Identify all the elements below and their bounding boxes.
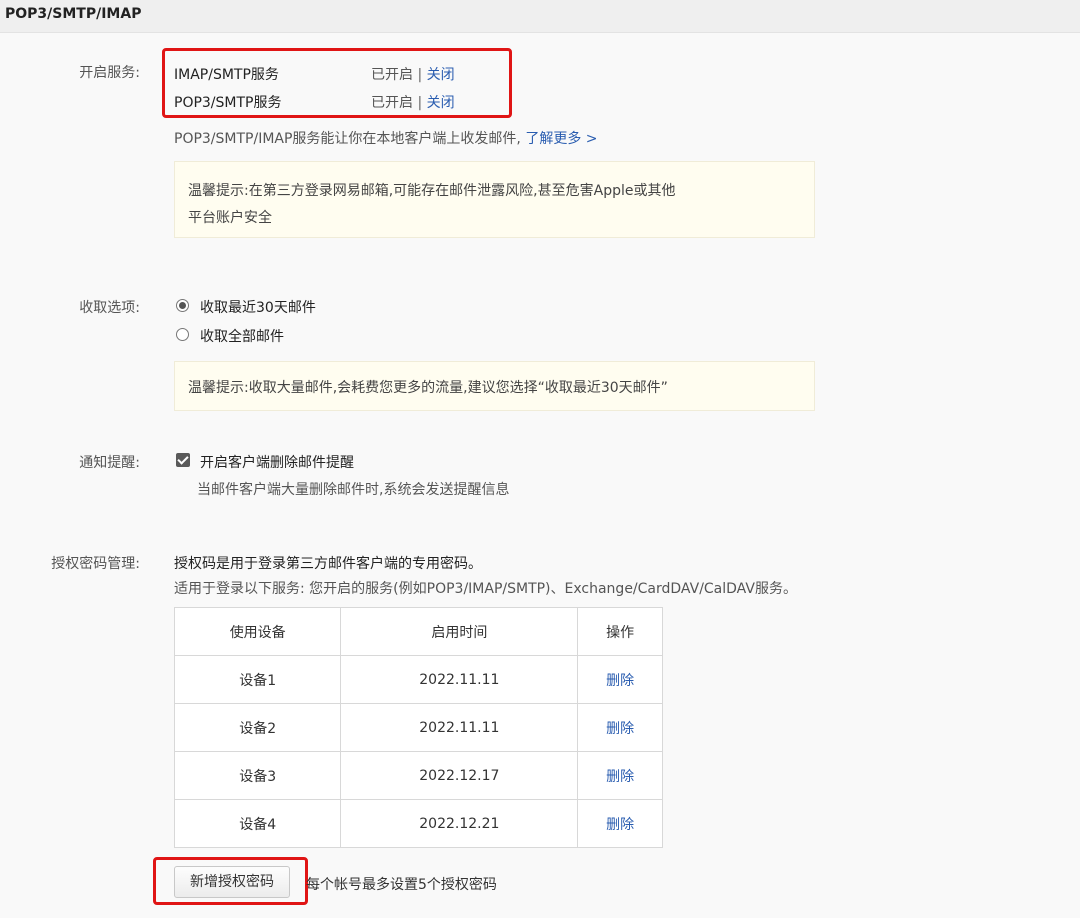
delete-link[interactable]: 删除 [606,673,634,689]
add-auth-password-button[interactable]: 新增授权密码 [174,866,290,898]
device-cell: 设备2 [173,703,342,752]
receive-recent-radio[interactable] [176,299,189,312]
services-description-text: POP3/SMTP/IMAP服务能让你在本地客户端上收发邮件, [174,131,521,147]
notify-description: 当邮件客户端大量删除邮件时,系统会发送提醒信息 [197,482,510,498]
notify-label: 通知提醒: [79,455,140,471]
table-row: 设备3 2022.12.17 删除 [173,751,663,800]
table-row: 设备1 2022.11.11 删除 [173,655,663,704]
column-header-date: 启用时间 [340,607,579,656]
page-header: POP3/SMTP/IMAP [0,0,1080,33]
device-cell: 设备1 [173,655,342,704]
auth-line2: 适用于登录以下服务: 您开启的服务(例如POP3/IMAP/SMTP)、Exch… [174,581,797,597]
table-header-row: 使用设备 启用时间 操作 [173,607,663,656]
services-tip-line1: 温馨提示:在第三方登录网易邮箱,可能存在邮件泄露风险,甚至危害Apple或其他 [188,183,676,199]
service-status-row-pop3: 已开启 | 关闭 [371,92,455,112]
close-pop3-link[interactable]: 关闭 [427,95,455,111]
notify-checkbox-label[interactable]: 开启客户端删除邮件提醒 [200,452,354,472]
receive-recent-label[interactable]: 收取最近30天邮件 [200,297,316,317]
service-status-pop3: 已开启 [371,95,413,111]
delete-cell: 删除 [577,655,663,704]
delete-link[interactable]: 删除 [606,769,634,785]
services-label: 开启服务: [79,65,140,81]
receive-label: 收取选项: [79,300,140,316]
table-row: 设备2 2022.11.11 删除 [173,703,663,752]
date-cell: 2022.12.21 [340,799,579,848]
delete-cell: 删除 [577,703,663,752]
close-imap-link[interactable]: 关闭 [427,67,455,83]
page-title: POP3/SMTP/IMAP [5,6,142,22]
delete-link[interactable]: 删除 [606,817,634,833]
auth-devices-table: 使用设备 启用时间 操作 设备1 2022.11.11 删除 设备2 2022.… [173,607,663,848]
separator: | [417,67,423,83]
auth-line1: 授权码是用于登录第三方邮件客户端的专用密码。 [174,556,482,572]
services-tip-line2: 平台账户安全 [188,210,272,226]
service-name-pop3: POP3/SMTP服务 [174,95,282,111]
column-header-device: 使用设备 [173,607,342,656]
receive-all-radio[interactable] [176,328,189,341]
delete-cell: 删除 [577,751,663,800]
date-cell: 2022.11.11 [340,703,579,752]
delete-link[interactable]: 删除 [606,721,634,737]
receive-all-label[interactable]: 收取全部邮件 [200,326,284,346]
receive-tip-box: 温馨提示:收取大量邮件,会耗费您更多的流量,建议您选择“收取最近30天邮件” [174,361,815,411]
notify-checkbox[interactable] [176,453,190,467]
service-status-row-imap: 已开启 | 关闭 [371,64,455,84]
device-cell: 设备4 [173,799,342,848]
device-cell: 设备3 [173,751,342,800]
learn-more-link[interactable]: 了解更多 > [525,131,597,147]
date-cell: 2022.11.11 [340,655,579,704]
services-description: POP3/SMTP/IMAP服务能让你在本地客户端上收发邮件, 了解更多 > [174,128,598,148]
services-tip-box: 温馨提示:在第三方登录网易邮箱,可能存在邮件泄露风险,甚至危害Apple或其他 … [174,161,815,238]
service-status-imap: 已开启 [371,67,413,83]
receive-tip-text: 温馨提示:收取大量邮件,会耗费您更多的流量,建议您选择“收取最近30天邮件” [188,380,668,396]
separator: | [417,95,423,111]
delete-cell: 删除 [577,799,663,848]
service-name-imap: IMAP/SMTP服务 [174,67,279,83]
auth-label: 授权密码管理: [51,556,140,572]
table-row: 设备4 2022.12.21 删除 [173,799,663,848]
column-header-action: 操作 [577,607,663,656]
date-cell: 2022.12.17 [340,751,579,800]
auth-limit-note: 每个帐号最多设置5个授权密码 [306,877,497,893]
